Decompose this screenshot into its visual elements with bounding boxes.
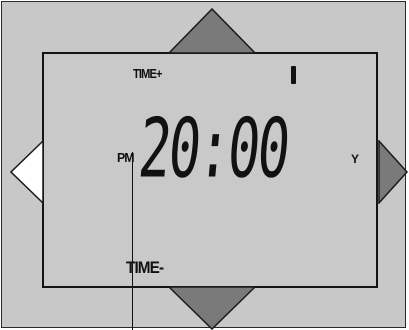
right-arrow-button[interactable] [378, 140, 408, 204]
time-plus-label: TIME+ [133, 66, 162, 81]
left-arrow-icon [10, 140, 44, 204]
down-arrow-button[interactable] [168, 286, 256, 330]
channel-indicator [291, 66, 296, 84]
down-arrow-icon [168, 286, 256, 330]
left-arrow-button[interactable] [10, 140, 44, 204]
up-arrow-icon [168, 8, 256, 54]
time-readout: 20:00 [134, 101, 292, 197]
day-indicator: Y [351, 152, 360, 166]
right-arrow-icon [378, 140, 408, 204]
callout-line [132, 152, 133, 330]
up-arrow-button[interactable] [168, 8, 256, 54]
